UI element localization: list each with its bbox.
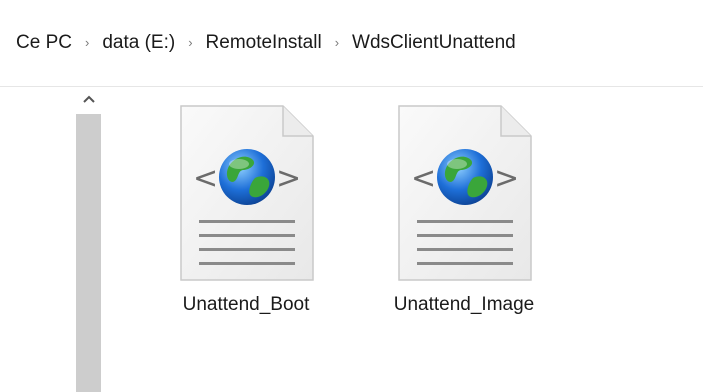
chevron-right-icon[interactable]: ›	[85, 36, 89, 49]
xml-file-globe-icon: < >	[180, 105, 314, 281]
chevron-right-icon[interactable]: ›	[188, 36, 192, 49]
svg-text:<: <	[411, 161, 436, 196]
breadcrumb[interactable]: Ce PC › data (E:) › RemoteInstall › WdsC…	[0, 0, 703, 87]
scroll-up-button[interactable]	[72, 88, 105, 110]
svg-text:>: >	[276, 161, 301, 196]
scroll-thumb[interactable]	[76, 114, 101, 392]
file-explorer-window: Ce PC › data (E:) › RemoteInstall › WdsC…	[0, 0, 703, 392]
breadcrumb-item-data-drive[interactable]: data (E:)	[102, 32, 175, 54]
xml-file-globe-icon: < >	[398, 105, 532, 281]
breadcrumb-item-remoteinstall[interactable]: RemoteInstall	[206, 32, 322, 54]
svg-text:<: <	[193, 161, 218, 196]
chevron-up-icon	[82, 95, 95, 103]
file-name[interactable]: Unattend_Image	[394, 294, 535, 316]
file-name[interactable]: Unattend_Boot	[183, 294, 310, 316]
breadcrumb-item-this-pc[interactable]: Ce PC	[16, 32, 72, 54]
file-item[interactable]: < > Unattend_Image	[384, 104, 544, 334]
chevron-right-icon[interactable]: ›	[335, 36, 339, 49]
navigation-pane-scrollbar[interactable]	[72, 88, 105, 392]
breadcrumb-item-wdsclientunattend[interactable]: WdsClientUnattend	[352, 32, 516, 54]
file-item[interactable]: < > Unattend_Boot	[166, 104, 326, 334]
svg-text:>: >	[494, 161, 519, 196]
